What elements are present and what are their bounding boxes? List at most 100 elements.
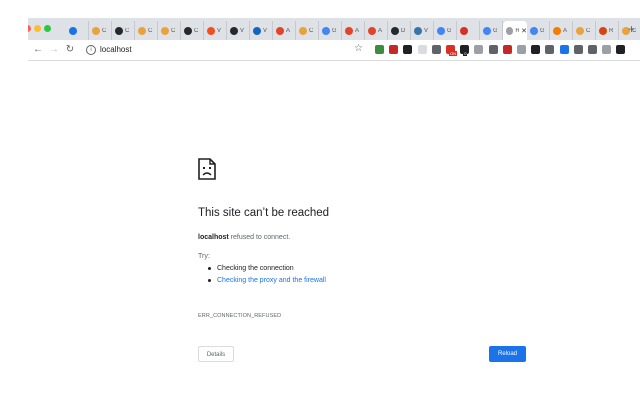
suggestion-link[interactable]: Checking the proxy and the firewall [217, 277, 326, 284]
browser-tab[interactable]: R ✕ [503, 21, 527, 40]
site-info-icon[interactable]: i [86, 45, 96, 55]
browser-tab[interactable]: V [204, 21, 227, 40]
google-icon [530, 26, 538, 35]
gmail-icon [460, 26, 468, 35]
tab-title: V [424, 27, 428, 34]
chrome-icon [161, 26, 169, 35]
forward-arrow-icon[interactable]: → [48, 43, 60, 57]
tab-title: A [355, 27, 359, 34]
tab-title: D [401, 27, 405, 34]
tab-title: A [378, 27, 382, 34]
page-icon [506, 26, 514, 35]
error-code: ERR_CONNECTION_REFUSED [198, 313, 282, 319]
browser-tab[interactable]: C [112, 21, 135, 40]
tab-title: C [125, 27, 129, 34]
maximize-window-button[interactable] [44, 25, 51, 32]
extension-icon[interactable] [602, 45, 612, 54]
google-icon [483, 26, 491, 35]
bullet-icon [208, 266, 211, 270]
browser-tab[interactable]: C [296, 21, 319, 40]
tab-title: G [540, 27, 544, 34]
reload-icon[interactable]: ↻ [64, 43, 76, 57]
browser-tab[interactable] [66, 21, 89, 40]
close-window-button[interactable] [28, 25, 31, 32]
chrome-icon [138, 26, 146, 35]
url-text: localhost [100, 45, 132, 54]
tab-title: C [148, 27, 152, 34]
browser-tab[interactable]: C [158, 21, 181, 40]
extension-icon[interactable] [488, 45, 498, 54]
extension-icon[interactable] [389, 45, 399, 54]
suggestion-list: Checking the connection Checking the prox… [208, 265, 326, 289]
tab-title: C [309, 27, 313, 34]
extension-icon[interactable] [417, 45, 427, 54]
extension-icon[interactable] [375, 45, 384, 54]
browser-tab[interactable]: C [181, 21, 204, 40]
browser-tab[interactable]: A [365, 21, 388, 40]
gitlab-icon [345, 26, 353, 35]
gitlab-icon [368, 26, 376, 35]
browser-tab[interactable]: C [89, 21, 112, 40]
browser-tab[interactable]: D [388, 21, 411, 40]
app-icon [553, 26, 561, 35]
tab-title: G [447, 27, 451, 34]
minimize-window-button[interactable] [34, 25, 41, 32]
github-icon [391, 26, 399, 35]
browser-tab[interactable]: R [596, 21, 619, 40]
extension-icon[interactable] [474, 45, 484, 54]
extension-icon[interactable] [588, 45, 597, 54]
browser-tab[interactable]: G [527, 21, 550, 40]
tab-title: V [263, 27, 267, 34]
browser-tab[interactable]: V [250, 21, 273, 40]
browser-tab[interactable]: A [342, 21, 365, 40]
try-label: Try: [198, 253, 210, 260]
sad-document-icon [198, 158, 216, 180]
chrome-icon [576, 26, 584, 35]
extension-icon[interactable] [431, 45, 441, 54]
details-button[interactable]: Details [198, 346, 234, 362]
google-icon [322, 26, 330, 35]
error-title: This site can’t be reached [198, 207, 330, 219]
tab-title: G [493, 27, 497, 34]
extension-icon[interactable] [559, 45, 569, 54]
browser-tab[interactable]: A [550, 21, 573, 40]
puzzle-icon [69, 26, 77, 35]
extension-icon[interactable] [517, 45, 526, 54]
extension-icon[interactable] [573, 45, 583, 54]
extension-icon[interactable] [403, 45, 413, 54]
browser-tab[interactable]: C [135, 21, 158, 40]
tab-title: C [194, 27, 198, 34]
suggestion-item: Checking the connection [208, 265, 326, 272]
tab-strip: CCCCCVVVACGAADVGGR✕GACRCC + [28, 18, 640, 40]
browser-tab[interactable]: G [480, 21, 503, 40]
tab-title: A [286, 27, 290, 34]
browser-tab[interactable] [457, 21, 480, 40]
browser-tab[interactable]: C [573, 21, 596, 40]
suggestion-item[interactable]: Checking the proxy and the firewall [208, 277, 326, 284]
browser-tab[interactable]: G [434, 21, 457, 40]
browser-tab[interactable]: V [411, 21, 434, 40]
tab-title: R [609, 27, 613, 34]
chrome-icon [92, 26, 100, 35]
new-tab-button[interactable]: + [628, 21, 635, 37]
app-icon [599, 26, 607, 35]
back-arrow-icon[interactable]: ← [32, 43, 44, 57]
bookmark-star-icon[interactable]: ☆ [354, 43, 363, 55]
tab-title: A [563, 27, 567, 34]
app-icon [253, 26, 261, 35]
browser-tab[interactable]: A [273, 21, 296, 40]
address-bar[interactable]: i localhost [80, 43, 364, 57]
python-icon [414, 26, 422, 35]
browser-tab[interactable]: G [319, 21, 342, 40]
extension-badge: ON [449, 51, 457, 56]
extension-icon[interactable] [616, 45, 626, 54]
error-message: localhost refused to connect. [198, 234, 290, 241]
extension-icon[interactable] [531, 45, 541, 54]
extension-icon[interactable] [545, 45, 555, 54]
reload-button[interactable]: Reload [489, 346, 526, 362]
browser-tab[interactable]: V [227, 21, 250, 40]
extension-icon[interactable] [502, 45, 512, 54]
github-icon [184, 26, 192, 35]
microsoft-icon [207, 26, 215, 35]
suggestion-text: Checking the connection [217, 265, 294, 272]
